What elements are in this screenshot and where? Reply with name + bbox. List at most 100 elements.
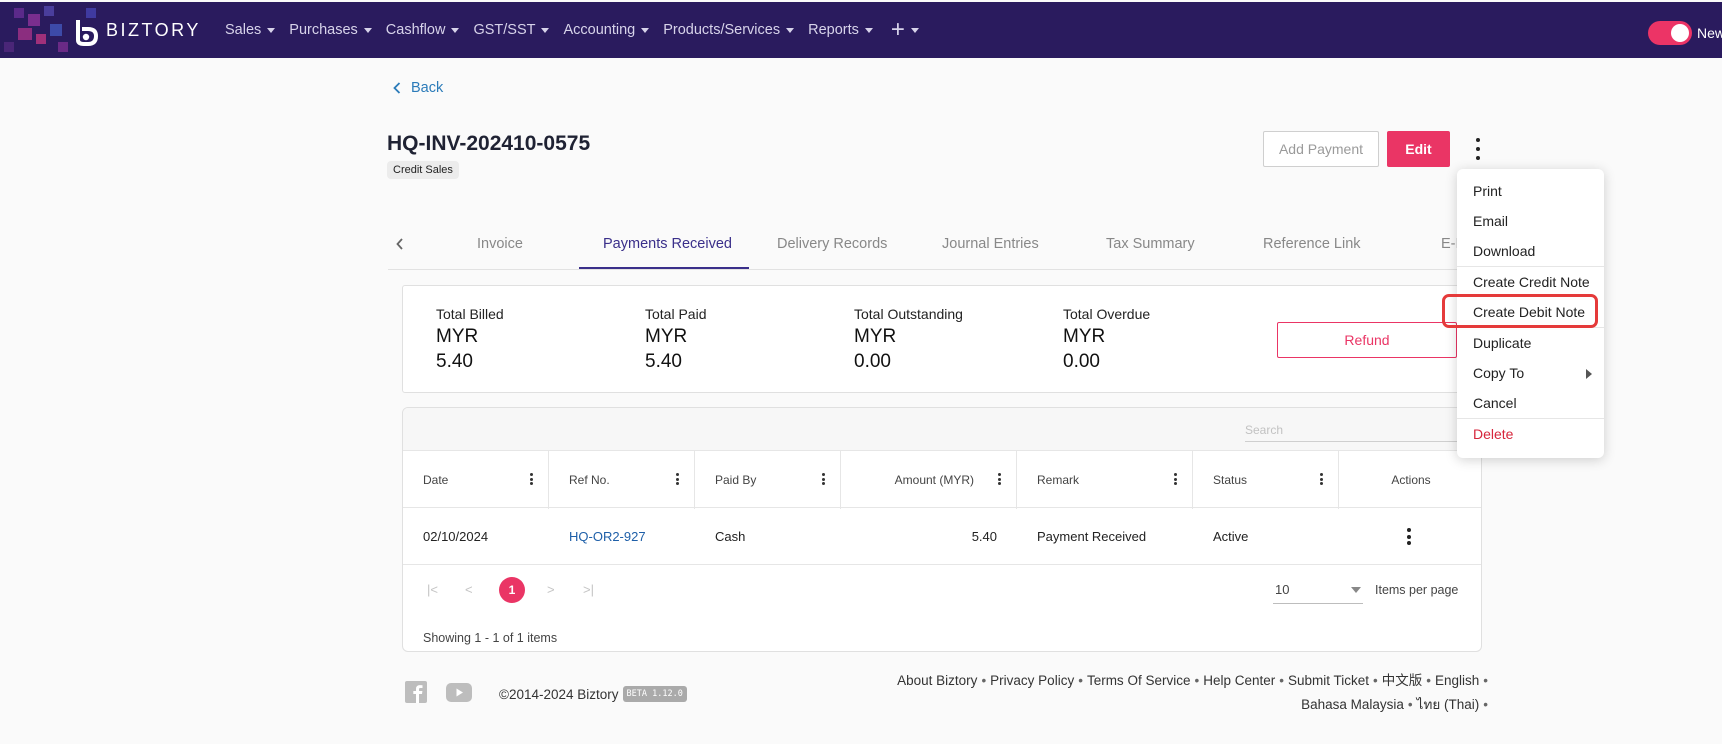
menu-item-print[interactable]: Print: [1473, 183, 1502, 199]
column-header-amount[interactable]: Amount (MYR): [841, 451, 1017, 509]
nav-cashflow-label: Cashflow: [385, 22, 446, 38]
column-menu-icon[interactable]: [1174, 473, 1178, 485]
current-page-button[interactable]: 1: [499, 577, 525, 603]
quick-add-button[interactable]: +: [891, 18, 919, 42]
column-menu-icon[interactable]: [998, 473, 1002, 485]
active-tab-indicator: [579, 267, 749, 269]
nav-accounting[interactable]: Accounting: [563, 22, 650, 38]
menu-item-duplicate[interactable]: Duplicate: [1473, 335, 1531, 351]
previous-page-icon[interactable]: <: [465, 582, 473, 597]
tab-payments-received[interactable]: Payments Received: [603, 236, 732, 252]
chevron-down-icon: [451, 27, 460, 33]
new-ui-toggle[interactable]: [1648, 21, 1692, 45]
footer-links: About Biztory • Privacy Policy • Terms Of Se…: [848, 669, 1488, 717]
youtube-icon[interactable]: [446, 683, 472, 702]
more-options-icon[interactable]: [1470, 138, 1486, 160]
footer-link-chinese[interactable]: 中文版: [1382, 673, 1423, 688]
menu-item-email[interactable]: Email: [1473, 213, 1508, 229]
nav-purchases[interactable]: Purchases: [289, 22, 372, 38]
footer-link-terms[interactable]: Terms Of Service: [1087, 673, 1191, 688]
add-payment-button[interactable]: Add Payment: [1263, 131, 1379, 167]
row-actions-icon[interactable]: [1407, 528, 1411, 545]
biztory-logo-icon[interactable]: [72, 16, 102, 46]
menu-item-cancel[interactable]: Cancel: [1473, 395, 1517, 411]
total-outstanding-currency: MYR: [854, 326, 897, 347]
cell-amount: 5.40: [971, 529, 997, 544]
column-header-label: Remark: [1037, 473, 1080, 487]
table-toolbar: [403, 408, 1481, 450]
column-header-ref-no[interactable]: Ref No.: [549, 451, 695, 509]
top-navbar: BIZTORY Sales Purchases Cashflow GST/SST…: [0, 2, 1722, 58]
total-overdue-label: Total Overdue: [1063, 306, 1151, 322]
menu-item-create-credit-note[interactable]: Create Credit Note: [1473, 274, 1590, 290]
chevron-down-icon: [910, 27, 919, 33]
tab-journal-entries[interactable]: Journal Entries: [942, 236, 1039, 252]
tab-invoice[interactable]: Invoice: [477, 236, 523, 252]
tab-delivery-records[interactable]: Delivery Records: [777, 236, 887, 252]
footer-separator: •: [1426, 673, 1431, 688]
tab-reference-link[interactable]: Reference Link: [1263, 236, 1361, 252]
tab-tax-summary[interactable]: Tax Summary: [1106, 236, 1195, 252]
menu-item-delete[interactable]: Delete: [1473, 426, 1513, 442]
document-type-badge: Credit Sales: [387, 161, 459, 179]
footer-link-about[interactable]: About Biztory: [897, 673, 977, 688]
first-page-icon[interactable]: |<: [427, 582, 438, 597]
edit-button[interactable]: Edit: [1387, 131, 1450, 167]
menu-item-download[interactable]: Download: [1473, 243, 1535, 259]
footer-link-thai[interactable]: ไทย (Thai): [1417, 697, 1480, 712]
pagination: |< < 1 > >| 10 Items per page: [403, 565, 1481, 615]
footer-separator: •: [1483, 673, 1488, 688]
total-overdue-currency: MYR: [1063, 326, 1106, 347]
items-per-page-label: Items per page: [1375, 583, 1459, 597]
nav-accounting-label: Accounting: [563, 22, 636, 38]
column-menu-icon[interactable]: [822, 473, 826, 485]
column-menu-icon[interactable]: [530, 473, 534, 485]
footer-links-line-1: About Biztory • Privacy Policy • Terms Of Se…: [848, 669, 1488, 693]
nav-cashflow[interactable]: Cashflow: [386, 22, 460, 38]
nav-reports[interactable]: Reports: [808, 22, 873, 38]
footer-link-submit-ticket[interactable]: Submit Ticket: [1288, 673, 1369, 688]
column-header-actions: Actions: [1339, 451, 1481, 509]
chevron-down-icon: [1351, 587, 1361, 593]
nav-products-services[interactable]: Products/Services: [663, 22, 795, 38]
menu-item-copy-to[interactable]: Copy To: [1473, 365, 1524, 381]
footer-link-privacy[interactable]: Privacy Policy: [990, 673, 1074, 688]
total-paid: Total Paid MYR 5.40: [645, 306, 706, 373]
items-per-page-select[interactable]: 10: [1273, 578, 1363, 604]
menu-divider: [1457, 266, 1604, 267]
cell-ref-no-link[interactable]: HQ-OR2-927: [549, 508, 695, 565]
footer-separator: •: [1373, 673, 1378, 688]
total-paid-value: 5.40: [645, 351, 682, 372]
payments-table-card: Date Ref No. Paid By Amount (MYR) Remark…: [402, 407, 1482, 652]
brand-name[interactable]: BIZTORY: [106, 20, 201, 41]
nav-products-services-label: Products/Services: [663, 22, 781, 38]
column-header-paid-by[interactable]: Paid By: [695, 451, 841, 509]
toggle-knob: [1671, 24, 1689, 42]
footer-separator: •: [1483, 697, 1488, 712]
next-page-icon[interactable]: >: [547, 582, 555, 597]
column-menu-icon[interactable]: [1320, 473, 1324, 485]
column-header-status[interactable]: Status: [1193, 451, 1339, 509]
total-billed: Total Billed MYR 5.40: [436, 306, 504, 373]
footer-link-english[interactable]: English: [1435, 673, 1479, 688]
column-menu-icon[interactable]: [676, 473, 680, 485]
chevron-down-icon: [641, 27, 650, 33]
refund-button[interactable]: Refund: [1277, 322, 1457, 358]
footer-separator: •: [1194, 673, 1200, 688]
nav-gst-sst[interactable]: GST/SST: [473, 22, 550, 38]
footer-link-help-center[interactable]: Help Center: [1203, 673, 1275, 688]
column-header-remark[interactable]: Remark: [1017, 451, 1193, 509]
chevron-down-icon: [541, 27, 550, 33]
search-input[interactable]: [1245, 418, 1481, 442]
document-tabs: Invoice Payments Received Delivery Recor…: [388, 226, 1488, 270]
pagination-info: Showing 1 - 1 of 1 items: [423, 631, 558, 645]
chevron-down-icon: [363, 27, 372, 33]
footer-link-malay[interactable]: Bahasa Malaysia: [1301, 697, 1404, 712]
nav-sales[interactable]: Sales: [225, 22, 276, 38]
last-page-icon[interactable]: >|: [583, 582, 594, 597]
tab-scroll-left-icon[interactable]: [395, 236, 405, 252]
total-outstanding: Total Outstanding MYR 0.00: [854, 306, 963, 373]
back-link[interactable]: Back: [393, 80, 443, 96]
column-header-date[interactable]: Date: [403, 451, 549, 509]
facebook-icon[interactable]: [405, 681, 427, 703]
